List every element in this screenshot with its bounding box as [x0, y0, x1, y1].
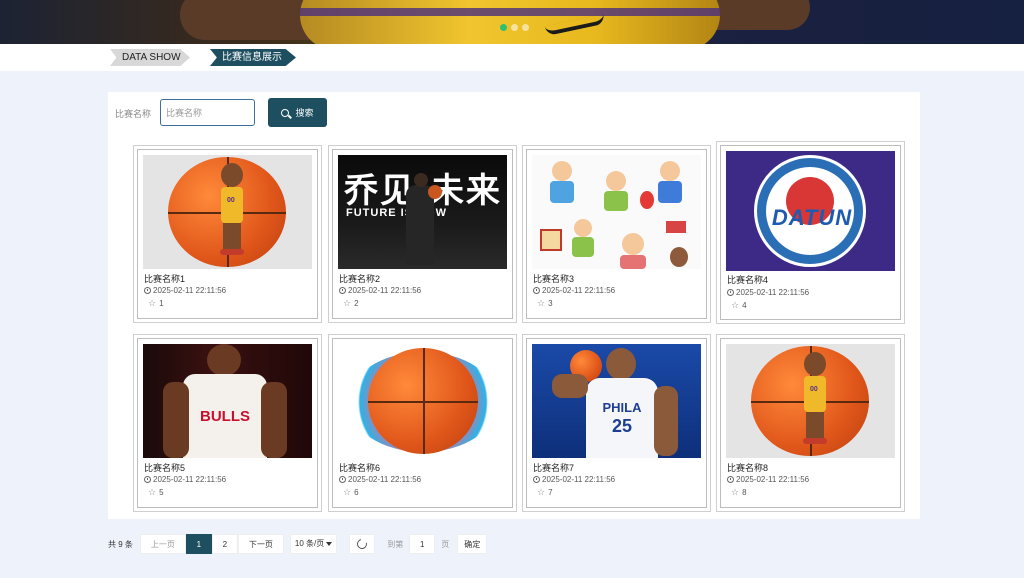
banner-jersey [300, 0, 720, 44]
logo-text: DATUN [771, 205, 853, 230]
page-number[interactable]: 2 [211, 534, 238, 554]
match-card[interactable]: 比赛名称6 2025-02-11 22:11:56 ☆ 6 [332, 338, 513, 508]
clock-icon [339, 476, 346, 483]
breadcrumb-home[interactable]: DATA SHOW [110, 49, 190, 66]
jersey-number: 25 [611, 416, 633, 436]
match-card[interactable]: 00 比赛名称8 2025-02-11 22:11:56 ☆ 8 [720, 338, 901, 508]
clock-icon [533, 476, 540, 483]
star-icon: ☆ [537, 298, 546, 308]
card-time: 2025-02-11 22:11:56 [339, 286, 421, 295]
search-label: 比赛名称 [115, 109, 152, 119]
card-time: 2025-02-11 22:11:56 [533, 475, 615, 484]
card-likes: ☆ 5 [148, 487, 164, 498]
pagination-total: 共 9 条 [108, 539, 133, 549]
match-card[interactable]: 比赛名称3 2025-02-11 22:11:56 ☆ 3 [526, 149, 707, 319]
chevron-down-icon [326, 542, 333, 546]
card-likes: ☆ 7 [537, 487, 553, 498]
card-image: 乔见 未来 FUTURE IS NOW [338, 155, 507, 269]
breadcrumb: DATA SHOW 比赛信息展示 [0, 44, 1024, 71]
card-likes: ☆ 8 [731, 487, 747, 498]
carousel-dots [500, 24, 529, 31]
goto-page-input[interactable]: 1 [409, 534, 436, 554]
carousel-dot[interactable] [500, 24, 507, 31]
card-likes: ☆ 1 [148, 298, 164, 309]
clock-icon [533, 287, 540, 294]
card-title: 比赛名称7 [533, 463, 575, 473]
card-title: 比赛名称8 [727, 463, 769, 473]
star-icon: ☆ [148, 298, 157, 308]
star-icon: ☆ [731, 300, 740, 310]
card-image [338, 344, 507, 458]
card-likes: ☆ 6 [343, 487, 359, 498]
card-title: 比赛名称4 [727, 275, 769, 285]
carousel-dot[interactable] [522, 24, 529, 31]
match-card[interactable]: 00 比赛名称1 2025-02-11 22:11:56 ☆ 1 [137, 149, 318, 319]
card-time: 2025-02-11 22:11:56 [144, 475, 226, 484]
card-title: 比赛名称3 [533, 274, 575, 284]
clock-icon [727, 289, 734, 296]
clock-icon [144, 476, 151, 483]
goto-confirm-button[interactable]: 确定 [457, 534, 488, 554]
card-time: 2025-02-11 22:11:56 [144, 286, 226, 295]
match-card[interactable]: PHILA 25 比赛名称7 2025-02-11 22:11:56 ☆ 7 [526, 338, 707, 508]
goto-label: 到第 [387, 539, 404, 549]
jersey-text: BULLS [200, 408, 250, 425]
search-icon [281, 108, 290, 117]
pagination: 共 9 条 上一页 1 2 下一页 10 条/页 到第 1 页 确定 [108, 534, 488, 554]
clock-icon [144, 287, 151, 294]
star-icon: ☆ [148, 487, 157, 497]
carousel-dot[interactable] [511, 24, 518, 31]
card-title: 比赛名称5 [144, 463, 186, 473]
card-image: 00 [143, 155, 312, 269]
clock-icon [339, 287, 346, 294]
match-card[interactable]: BULLS 比赛名称5 2025-02-11 22:11:56 ☆ 5 [137, 338, 318, 508]
card-image: PHILA 25 [532, 344, 701, 458]
match-card[interactable]: DATUN 比赛名称4 2025-02-11 22:11:56 ☆ 4 [720, 145, 901, 320]
star-icon: ☆ [731, 487, 740, 497]
card-title: 比赛名称1 [144, 274, 186, 284]
next-page-button[interactable]: 下一页 [237, 534, 284, 554]
page-size-select[interactable]: 10 条/页 [289, 534, 338, 554]
banner-stripe [300, 8, 720, 16]
match-card[interactable]: 乔见 未来 FUTURE IS NOW 比赛名称2 2025-02-11 22:… [332, 149, 513, 319]
refresh-icon [355, 537, 370, 551]
page-unit-label: 页 [441, 539, 450, 549]
card-image: BULLS [143, 344, 312, 458]
search-button-label: 搜索 [295, 108, 314, 118]
content-panel: 比赛名称 搜索 00 比赛名称1 2025-02-11 22:11:56 ☆1 … [108, 92, 920, 519]
refresh-button[interactable] [349, 534, 376, 554]
card-time: 2025-02-11 22:11:56 [339, 475, 421, 484]
star-icon: ☆ [343, 298, 352, 308]
card-likes: ☆ 2 [343, 298, 359, 309]
card-image: 00 [726, 344, 895, 458]
card-image [532, 155, 701, 269]
card-time: 2025-02-11 22:11:56 [727, 475, 809, 484]
card-likes: ☆ 4 [731, 300, 747, 311]
card-title: 比赛名称2 [339, 274, 381, 284]
hero-banner [0, 0, 1024, 44]
card-time: 2025-02-11 22:11:56 [533, 286, 615, 295]
card-image: DATUN [726, 151, 895, 271]
search-input[interactable] [160, 99, 255, 126]
card-likes: ☆ 3 [537, 298, 553, 309]
breadcrumb-current: 比赛信息展示 [210, 49, 296, 66]
clock-icon [727, 476, 734, 483]
star-icon: ☆ [537, 487, 546, 497]
search-button[interactable]: 搜索 [268, 98, 327, 127]
card-time: 2025-02-11 22:11:56 [727, 288, 809, 297]
page-number[interactable]: 1 [185, 534, 212, 554]
star-icon: ☆ [343, 487, 352, 497]
jersey-text: PHILA [602, 400, 642, 415]
card-title: 比赛名称6 [339, 463, 381, 473]
prev-page-button[interactable]: 上一页 [139, 534, 186, 554]
